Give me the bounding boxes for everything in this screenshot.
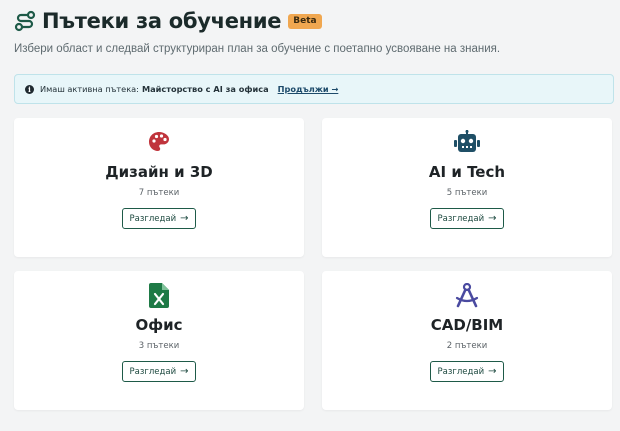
card-count: 5 пътеки: [446, 188, 488, 198]
page-title: Пътеки за обучение: [42, 9, 282, 33]
continue-link[interactable]: Продължи →: [278, 84, 339, 94]
excel-file-icon: [149, 282, 169, 308]
browse-button-design[interactable]: Разгледай →: [121, 208, 197, 229]
page-header: Пътеки за обучение Beta Избери област и …: [14, 8, 606, 55]
browse-button-label: Разгледай: [437, 213, 485, 224]
browse-button-office[interactable]: Разгледай →: [121, 361, 197, 382]
category-card-design: Дизайн и 3D 7 пътеки Разгледай →: [14, 118, 304, 257]
robot-icon: [454, 130, 480, 154]
arrow-right-icon: →: [180, 213, 189, 224]
card-title: Дизайн и 3D: [105, 163, 213, 181]
drafting-compass-icon: [454, 282, 480, 307]
browse-button-label: Разгледай: [129, 366, 177, 377]
browse-button-label: Разгледай: [129, 213, 177, 224]
card-count: 3 пътеки: [138, 341, 180, 351]
info-icon: i: [25, 84, 34, 94]
arrow-right-icon: →: [488, 366, 497, 377]
browse-button-cad[interactable]: Разгледай →: [429, 361, 505, 382]
active-path-name: Майсторство с AI за офиса: [141, 84, 269, 94]
arrow-right-icon: →: [488, 213, 497, 224]
arrow-right-icon: →: [180, 366, 189, 377]
category-card-cad: CAD/BIM 2 пътеки Разгледай →: [322, 271, 612, 410]
card-count: 2 пътеки: [446, 341, 488, 351]
category-card-office: Офис 3 пътеки Разгледай →: [14, 271, 304, 410]
title-row: Пътеки за обучение Beta: [14, 8, 606, 34]
category-card-ai: AI и Tech 5 пътеки Разгледай →: [322, 118, 612, 257]
card-title: AI и Tech: [428, 163, 506, 181]
route-icon: [14, 10, 36, 32]
banner-prefix: Имаш активна пътека:: [40, 84, 139, 94]
browse-button-ai[interactable]: Разгледай →: [429, 208, 505, 229]
beta-badge: Beta: [288, 13, 322, 29]
browse-button-label: Разгледай: [437, 366, 485, 377]
active-path-banner: i Имаш активна пътека: Майсторство с AI …: [14, 74, 614, 104]
card-title: Офис: [135, 316, 183, 334]
card-title: CAD/BIM: [430, 316, 504, 334]
card-count: 7 пътеки: [138, 188, 180, 198]
palette-icon: [147, 130, 171, 154]
page-subtitle: Избери област и следвай структуриран пла…: [14, 43, 501, 55]
